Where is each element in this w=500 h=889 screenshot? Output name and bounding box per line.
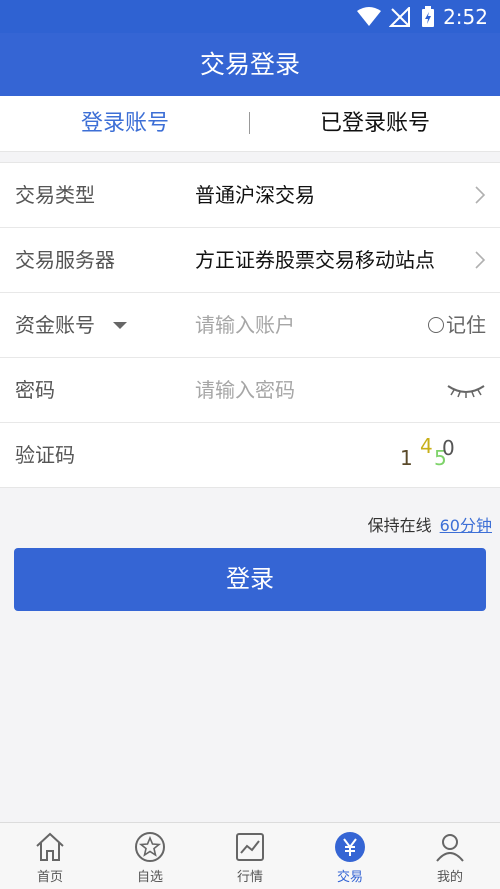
password-input[interactable]: 请输入密码 — [195, 358, 295, 422]
bottom-nav: 首页 自选 行情 交易 我的 — [0, 822, 500, 889]
tab-login-account[interactable]: 登录账号 — [0, 96, 250, 151]
status-icons: 2:52 — [357, 4, 488, 30]
nav-label: 我的 — [436, 870, 463, 885]
login-button[interactable]: 登录 — [14, 548, 486, 611]
captcha-image[interactable]: 1 4 5 0 — [398, 431, 458, 479]
yuan-icon — [335, 832, 365, 862]
nav-label: 自选 — [136, 870, 163, 885]
chart-icon — [236, 833, 264, 861]
remember-label: 记住 — [446, 313, 486, 337]
keep-online: 保持在线 60分钟 — [368, 512, 492, 536]
nav-item-market[interactable]: 行情 — [200, 823, 300, 889]
captcha-digit: 0 — [442, 436, 455, 460]
radio-circle-icon — [428, 317, 444, 333]
no-signal-icon — [389, 7, 411, 27]
trade-type-label: 交易类型 — [15, 183, 95, 207]
account-label: 资金账号 — [15, 313, 95, 337]
battery-charging-icon — [422, 6, 435, 27]
login-form: 交易类型 普通沪深交易 交易服务器 方正证券股票交易移动站点 资金账号 请输入账… — [0, 162, 500, 488]
keep-online-label: 保持在线 — [367, 516, 432, 535]
password-row: 密码 请输入密码 — [0, 358, 500, 423]
eye-closed-icon[interactable] — [446, 380, 486, 400]
trade-type-value: 普通沪深交易 — [195, 183, 315, 207]
nav-item-trade[interactable]: 交易 — [300, 823, 400, 889]
status-bar: 2:52 — [0, 0, 500, 33]
tab-logged-in-accounts[interactable]: 已登录账号 — [250, 96, 500, 151]
captcha-digit: 1 — [400, 446, 413, 470]
nav-item-profile[interactable]: 我的 — [400, 823, 500, 889]
remember-checkbox[interactable]: 记住 — [428, 293, 486, 357]
nav-label: 行情 — [236, 870, 263, 885]
account-dropdown-icon[interactable] — [113, 322, 127, 329]
status-time: 2:52 — [443, 5, 488, 29]
person-icon — [436, 834, 464, 862]
account-row: 资金账号 请输入账户 记住 — [0, 293, 500, 358]
nav-item-home[interactable]: 首页 — [0, 823, 100, 889]
page-title: 交易登录 — [0, 33, 500, 96]
server-value: 方正证券股票交易移动站点 — [195, 248, 435, 272]
star-icon — [135, 832, 165, 862]
trade-type-row[interactable]: 交易类型 普通沪深交易 — [0, 163, 500, 228]
password-label: 密码 — [15, 378, 55, 402]
chevron-right-icon — [475, 186, 486, 204]
captcha-label: 验证码 — [15, 443, 75, 467]
nav-label: 首页 — [36, 870, 63, 885]
nav-label: 交易 — [336, 870, 363, 885]
home-icon — [36, 832, 64, 861]
keep-online-duration-link[interactable]: 60分钟 — [440, 516, 492, 535]
server-row[interactable]: 交易服务器 方正证券股票交易移动站点 — [0, 228, 500, 293]
wifi-icon — [357, 7, 382, 26]
account-input[interactable]: 请输入账户 — [195, 293, 295, 357]
nav-item-watchlist[interactable]: 自选 — [100, 823, 200, 889]
captcha-row: 验证码 1 4 5 0 — [0, 423, 500, 487]
account-tabs: 登录账号 已登录账号 — [0, 96, 500, 152]
captcha-digit: 4 — [420, 434, 433, 458]
chevron-right-icon — [475, 251, 486, 269]
server-label: 交易服务器 — [15, 248, 115, 272]
